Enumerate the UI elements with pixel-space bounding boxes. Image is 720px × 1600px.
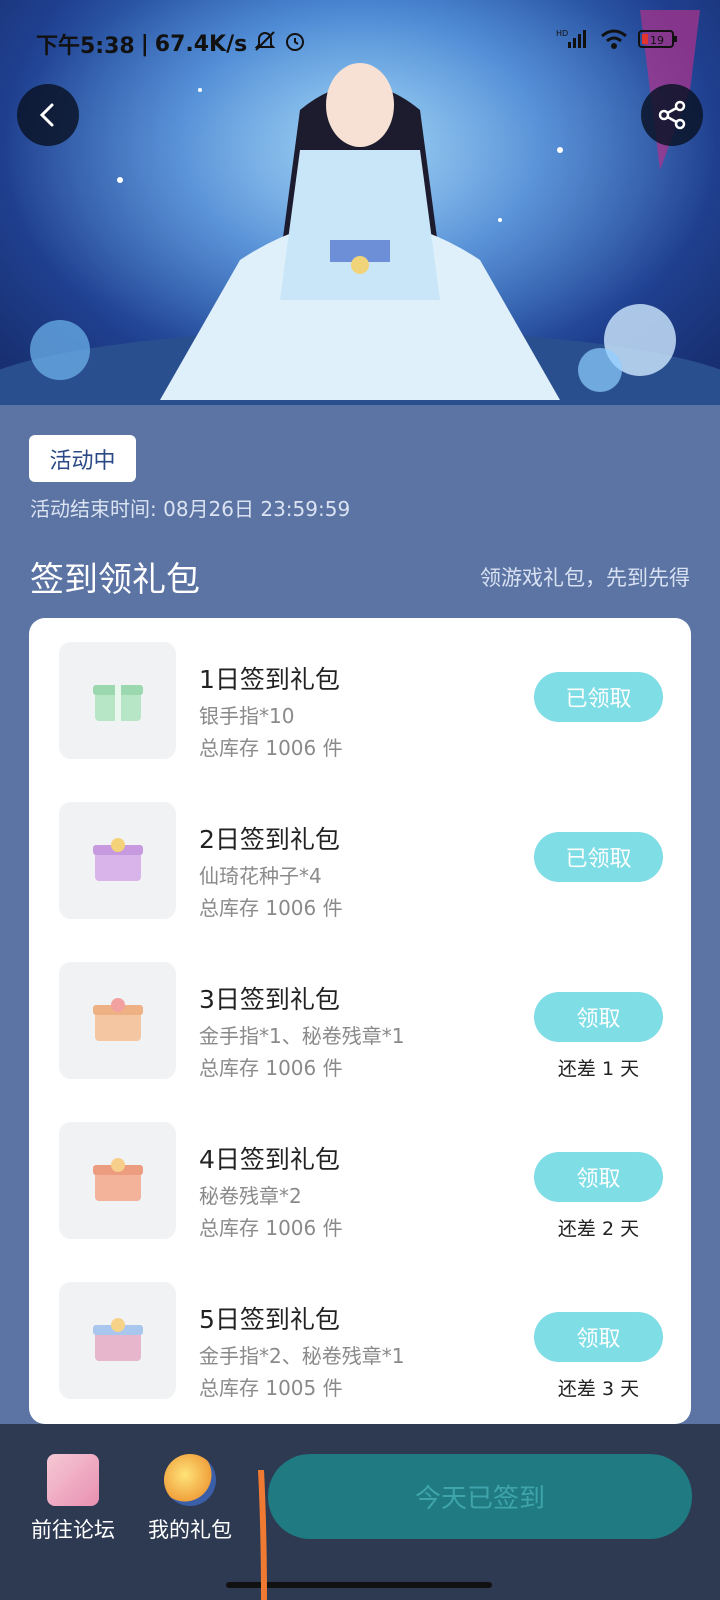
- gift-item-day5: 5日签到礼包 金手指*2、秘卷残章*1 总库存 1005 件 领取 还差 3 天: [29, 1280, 691, 1400]
- wifi-icon: [600, 28, 628, 56]
- gift-box-icon: [59, 962, 176, 1079]
- gift-box-icon: [59, 1122, 176, 1239]
- gift-desc: 金手指*2、秘卷残章*1: [199, 1344, 405, 1368]
- claimed-button[interactable]: 已领取: [534, 672, 663, 722]
- section-title: 签到领礼包: [30, 560, 200, 600]
- gift-box-icon: [59, 1282, 176, 1399]
- gift-title: 2日签到礼包: [199, 825, 340, 854]
- status-bar: 下午5:38 | 67.4K/s HD 19: [0, 0, 720, 80]
- activity-end-time: 活动结束时间: 08月26日 23:59:59: [30, 497, 351, 521]
- claim-button[interactable]: 领取: [534, 1152, 663, 1202]
- bottom-action-bar: 前往论坛 我的礼包 今天已签到: [0, 1424, 720, 1600]
- gift-desc: 秘卷残章*2: [199, 1184, 302, 1208]
- gift-title: 5日签到礼包: [199, 1305, 340, 1334]
- days-remaining: 还差 1 天: [557, 1058, 640, 1080]
- svg-text:19: 19: [650, 34, 664, 47]
- activity-status-badge: 活动中: [29, 435, 136, 482]
- annotation-stroke: [258, 1470, 267, 1600]
- gift-stock: 总库存 1006 件: [199, 896, 343, 920]
- chevron-left-icon: [39, 103, 54, 127]
- gift-title: 4日签到礼包: [199, 1145, 340, 1174]
- gift-item-day2: 2日签到礼包 仙琦花种子*4 总库存 1006 件 已领取: [29, 800, 691, 920]
- gift-stock: 总库存 1006 件: [199, 1216, 343, 1240]
- alarm-icon: [283, 29, 307, 59]
- forum-avatar-icon: [47, 1454, 99, 1506]
- gift-item-day4: 4日签到礼包 秘卷残章*2 总库存 1006 件 领取 还差 2 天: [29, 1120, 691, 1240]
- gift-box-icon: [59, 802, 176, 919]
- forum-label: 前往论坛: [31, 1518, 115, 1542]
- section-subtitle: 领游戏礼包，先到先得: [480, 566, 690, 590]
- days-remaining: 还差 3 天: [557, 1378, 640, 1400]
- status-speed: 67.4K/s: [154, 31, 248, 57]
- claimed-button[interactable]: 已领取: [534, 832, 663, 882]
- svg-text:HD: HD: [556, 29, 568, 38]
- signed-today-button[interactable]: 今天已签到: [268, 1454, 692, 1539]
- gift-desc: 银手指*10: [199, 704, 295, 728]
- status-time: 下午5:38: [36, 34, 135, 59]
- gift-desc: 金手指*1、秘卷残章*1: [199, 1024, 405, 1048]
- gift-stock: 总库存 1005 件: [199, 1376, 343, 1400]
- forum-link[interactable]: 前往论坛: [13, 1454, 133, 1544]
- claim-button[interactable]: 领取: [534, 992, 663, 1042]
- my-gifts-label: 我的礼包: [148, 1518, 232, 1542]
- share-button[interactable]: [641, 84, 703, 146]
- my-gifts-link[interactable]: 我的礼包: [130, 1454, 250, 1544]
- back-button[interactable]: [17, 84, 79, 146]
- mute-icon: [253, 29, 277, 59]
- days-remaining: 还差 2 天: [557, 1218, 640, 1240]
- gift-title: 1日签到礼包: [199, 665, 340, 694]
- gift-item-day3: 3日签到礼包 金手指*1、秘卷残章*1 总库存 1006 件 领取 还差 1 天: [29, 960, 691, 1080]
- gift-mascot-icon: [164, 1454, 216, 1506]
- gift-title: 3日签到礼包: [199, 985, 340, 1014]
- hero-banner: 下午5:38 | 67.4K/s HD 19: [0, 0, 720, 405]
- gift-list-card: 1日签到礼包 银手指*10 总库存 1006 件 已领取 2日签到礼包 仙琦花种…: [29, 618, 691, 1424]
- signal-icon: HD: [556, 28, 590, 56]
- gift-desc: 仙琦花种子*4: [199, 864, 322, 888]
- gift-stock: 总库存 1006 件: [199, 736, 343, 760]
- claim-button[interactable]: 领取: [534, 1312, 663, 1362]
- share-icon: [658, 100, 686, 130]
- gift-item-day1: 1日签到礼包 银手指*10 总库存 1006 件 已领取: [29, 640, 691, 760]
- battery-icon: 19: [638, 28, 678, 56]
- gift-box-icon: [59, 642, 176, 759]
- gift-stock: 总库存 1006 件: [199, 1056, 343, 1080]
